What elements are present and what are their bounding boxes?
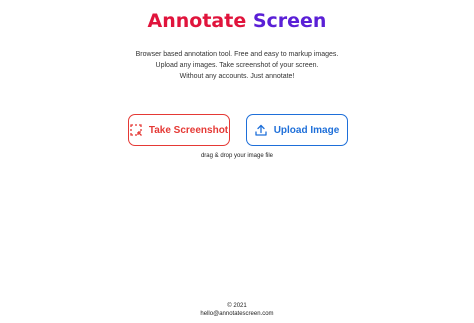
drop-hint: drag & drop your image file <box>200 153 274 159</box>
take-screenshot-label: Take Screenshot <box>148 124 229 136</box>
screenshot-selection-icon <box>130 124 142 136</box>
contact-email-link[interactable]: hello@annotatescreen.com <box>200 311 273 317</box>
title-word-annotate: Annotate <box>147 10 247 32</box>
take-screenshot-button[interactable]: Take Screenshot <box>128 114 230 146</box>
title-word-screen: Screen <box>252 10 327 32</box>
upload-icon <box>255 124 267 136</box>
upload-image-label: Upload Image <box>273 124 340 136</box>
tagline-line: Browser based annotation tool. Free and … <box>135 51 339 58</box>
copyright-text: © 2021 <box>227 303 247 309</box>
upload-image-button[interactable]: Upload Image <box>246 114 348 146</box>
tagline-line: Upload any images. Take screenshot of yo… <box>155 62 319 69</box>
page-title: Annotate Screen <box>0 8 474 34</box>
tagline-line: Without any accounts. Just annotate! <box>179 73 295 80</box>
footer: © 2021 hello@annotatescreen.com <box>0 302 474 318</box>
tagline: Browser based annotation tool. Free and … <box>0 49 474 82</box>
